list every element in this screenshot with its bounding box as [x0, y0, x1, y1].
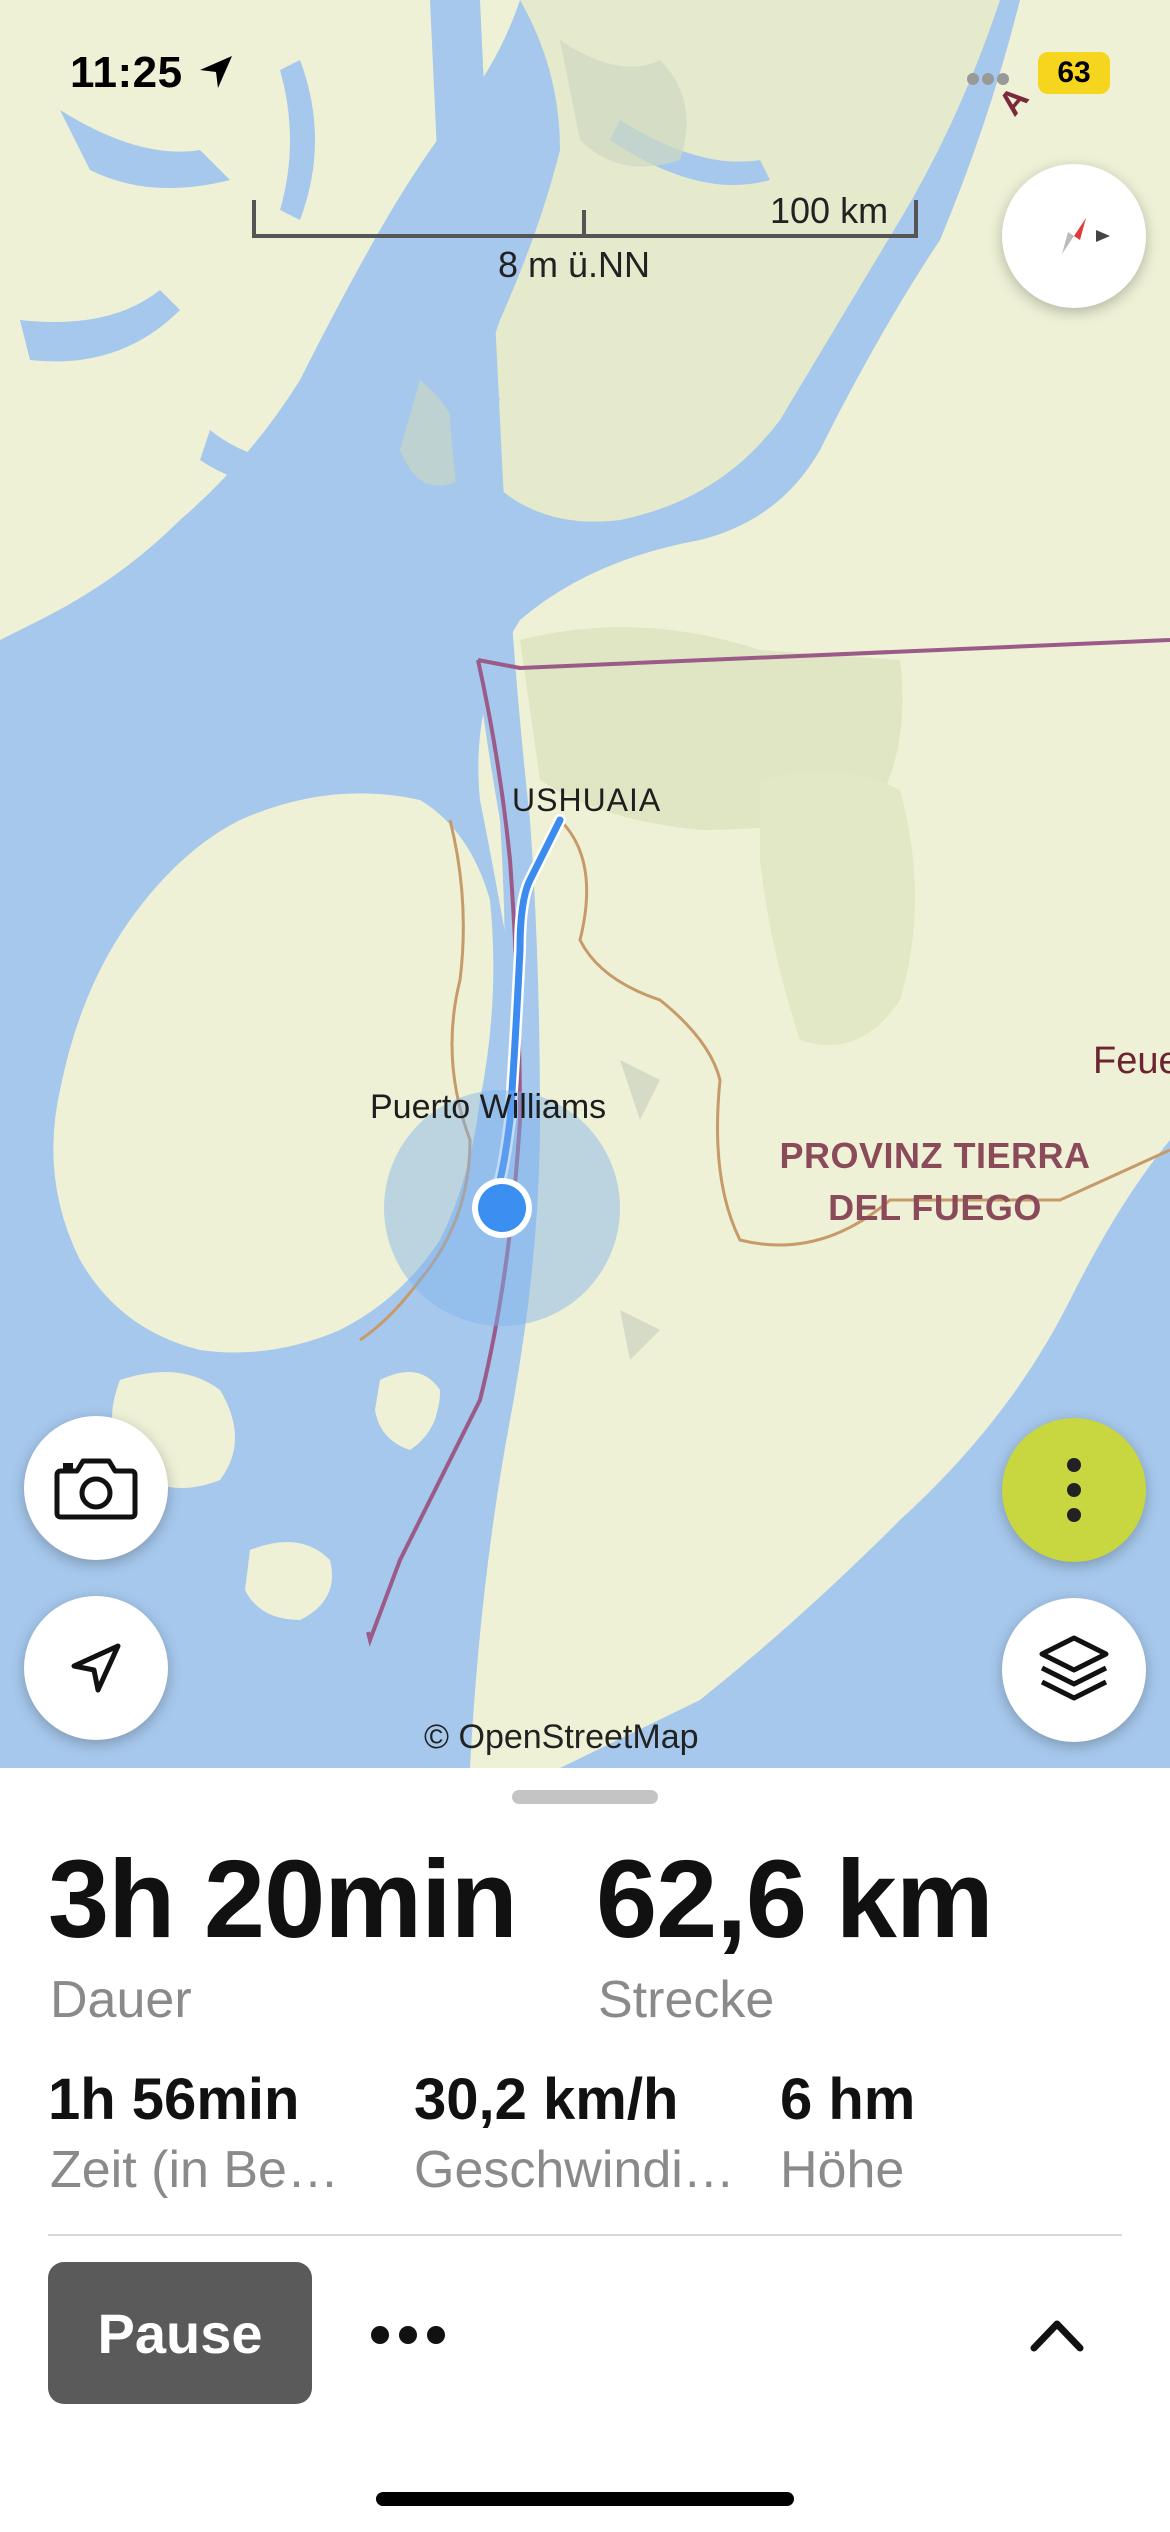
- elevation-value: 6 hm: [780, 2067, 916, 2132]
- locate-button[interactable]: [24, 1596, 168, 1740]
- map-label-ushuaia: USHUAIA: [512, 782, 662, 818]
- scale-tick: [252, 200, 256, 238]
- speed-label: Geschwindi…: [414, 2141, 735, 2199]
- scale-label: 100 km: [770, 190, 889, 231]
- elevation-gain-label: Höhe: [780, 2141, 905, 2199]
- camera-icon: [54, 1458, 138, 1520]
- distance-label: Strecke: [598, 1971, 775, 2029]
- chevron-up-icon[interactable]: [1020, 2300, 1094, 2370]
- elevation-label: 8 m ü.NN: [498, 244, 651, 285]
- map-label-puerto-williams: Puerto Williams: [370, 1088, 607, 1126]
- map-attribution[interactable]: © OpenStreetMap: [424, 1718, 699, 1757]
- status-time: 11:25: [70, 48, 183, 97]
- layers-icon: [1039, 1635, 1109, 1701]
- moving-time-label: Zeit (in Be…: [50, 2141, 339, 2199]
- location-services-icon: [200, 56, 232, 88]
- pause-button[interactable]: Pause: [48, 2262, 312, 2404]
- more-horizontal-icon[interactable]: [364, 2300, 454, 2370]
- location-arrow-icon: [71, 1643, 121, 1693]
- map-label-feue: Feue: [1093, 1040, 1170, 1082]
- scale-tick: [914, 200, 918, 238]
- duration-label: Dauer: [50, 1971, 192, 2029]
- distance-value: 62,6 km: [596, 1838, 994, 1961]
- divider: [48, 2234, 1122, 2236]
- province-line-1: PROVINZ TIERRA: [779, 1135, 1091, 1176]
- province-line-2: DEL FUEGO: [828, 1187, 1042, 1228]
- signal-icon: [967, 73, 1009, 85]
- map-label-province: PROVINZ TIERRA DEL FUEGO: [740, 1130, 1130, 1234]
- compass-icon: [1062, 218, 1110, 254]
- camera-button[interactable]: [24, 1416, 168, 1560]
- compass-button[interactable]: [1002, 164, 1146, 308]
- duration-value: 3h 20min: [48, 1838, 518, 1961]
- more-options-button[interactable]: [1002, 1418, 1146, 1562]
- home-indicator[interactable]: [376, 2492, 794, 2506]
- speed-value: 30,2 km/h: [414, 2067, 679, 2132]
- more-vertical-icon: [1067, 1458, 1081, 1522]
- moving-time-value: 1h 56min: [48, 2067, 300, 2132]
- sheet-grabber[interactable]: [512, 1790, 658, 1804]
- battery-indicator: 63: [1038, 52, 1110, 94]
- scale-tick: [582, 210, 586, 238]
- layers-button[interactable]: [1002, 1598, 1146, 1742]
- map-view[interactable]: 11:25 A 63 100 km 8 m ü.NN USHUAIA Puert…: [0, 0, 1170, 1768]
